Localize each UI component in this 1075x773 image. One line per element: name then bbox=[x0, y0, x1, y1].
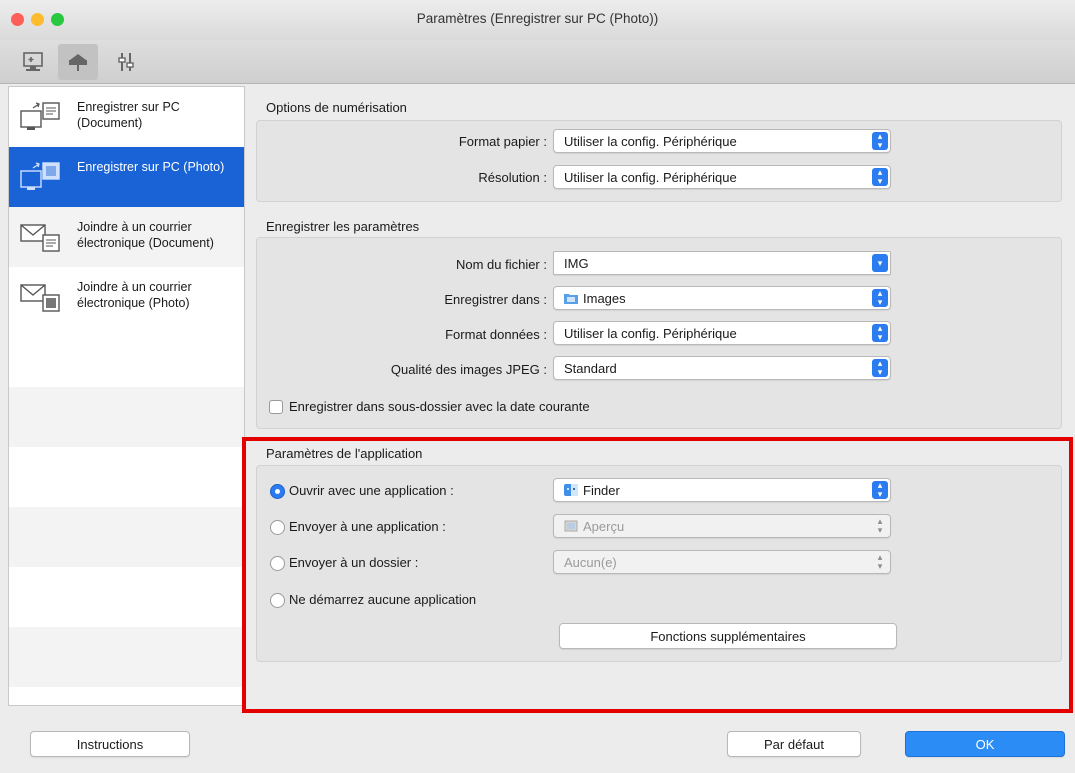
save-pc-photo-icon bbox=[20, 162, 60, 190]
save-settings-title: Enregistrer les paramètres bbox=[266, 219, 420, 234]
resolution-select[interactable]: Utiliser la config. Périphérique ▴ ▾ bbox=[553, 165, 891, 189]
title-bar: Paramètres (Enregistrer sur PC (Photo)) bbox=[0, 0, 1075, 40]
defaults-button[interactable]: Par défaut bbox=[727, 731, 861, 757]
popup-arrows-icon: ▴ ▾ bbox=[872, 359, 888, 377]
instructions-button[interactable]: Instructions bbox=[30, 731, 190, 757]
popup-arrows-icon: ▴ ▾ bbox=[872, 324, 888, 342]
sidebar-empty-row bbox=[9, 507, 244, 567]
paper-size-select[interactable]: Utiliser la config. Périphérique ▴ ▾ bbox=[553, 129, 891, 153]
subfolder-checkbox[interactable] bbox=[269, 400, 283, 414]
jpeg-quality-value: Standard bbox=[564, 360, 617, 376]
scanner-icon bbox=[69, 54, 87, 71]
email-photo-icon bbox=[20, 284, 60, 312]
data-format-label: Format données : bbox=[445, 327, 547, 342]
subfolder-label: Enregistrer dans sous-dossier avec la da… bbox=[289, 399, 590, 414]
sidebar: Enregistrer sur PC (Document) Enregistre… bbox=[8, 86, 245, 706]
save-in-select[interactable]: Images ▴ ▾ bbox=[553, 286, 891, 310]
sidebar-item-save-pc-photo[interactable]: Enregistrer sur PC (Photo) bbox=[9, 147, 244, 207]
resolution-value: Utiliser la config. Périphérique bbox=[564, 169, 737, 185]
sidebar-empty-row bbox=[9, 627, 244, 687]
popup-arrows-icon: ▴ ▾ bbox=[872, 289, 888, 307]
scan-options-title: Options de numérisation bbox=[266, 100, 407, 115]
highlight-frame bbox=[242, 437, 1073, 713]
tab-scanner[interactable] bbox=[58, 44, 98, 80]
chevron-down-icon[interactable]: ▾ bbox=[872, 254, 888, 272]
jpeg-quality-label: Qualité des images JPEG : bbox=[390, 362, 547, 377]
computer-scan-icon bbox=[23, 52, 43, 71]
paper-size-label: Format papier : bbox=[458, 134, 547, 149]
save-pc-document-icon bbox=[20, 102, 60, 130]
tab-computer-scan[interactable] bbox=[14, 44, 54, 80]
data-format-select[interactable]: Utiliser la config. Périphérique ▴ ▾ bbox=[553, 321, 891, 345]
file-name-combobox[interactable]: IMG ▾ bbox=[553, 251, 891, 275]
folder-icon bbox=[564, 294, 578, 304]
toolbar bbox=[0, 40, 1075, 84]
sidebar-item-email-photo[interactable]: Joindre à un courrier électronique (Phot… bbox=[9, 267, 244, 327]
sidebar-empty-row bbox=[9, 387, 244, 447]
data-format-value: Utiliser la config. Périphérique bbox=[564, 325, 737, 341]
sidebar-item-label: Joindre à un courrier électronique (Phot… bbox=[77, 280, 192, 310]
email-document-icon bbox=[20, 224, 60, 252]
tab-general-settings[interactable] bbox=[106, 44, 146, 80]
popup-arrows-icon: ▴ ▾ bbox=[872, 132, 888, 150]
save-settings-group: Nom du fichier : IMG ▾ Enregistrer dans … bbox=[256, 237, 1062, 429]
file-name-value: IMG bbox=[564, 255, 589, 271]
scan-options-group: Format papier : Utiliser la config. Péri… bbox=[256, 120, 1062, 202]
popup-arrows-icon: ▴ ▾ bbox=[872, 168, 888, 186]
save-in-label: Enregistrer dans : bbox=[444, 292, 547, 307]
file-name-label: Nom du fichier : bbox=[455, 257, 547, 272]
sidebar-item-label: Enregistrer sur PC (Document) bbox=[77, 100, 180, 130]
ok-button[interactable]: OK bbox=[905, 731, 1065, 757]
sidebar-item-label: Joindre à un courrier électronique (Docu… bbox=[77, 220, 214, 250]
general-settings-icon bbox=[118, 53, 134, 71]
resolution-label: Résolution : bbox=[478, 170, 547, 185]
jpeg-quality-select[interactable]: Standard ▴ ▾ bbox=[553, 356, 891, 380]
save-in-value: Images bbox=[583, 290, 626, 306]
sidebar-item-save-pc-document[interactable]: Enregistrer sur PC (Document) bbox=[9, 87, 244, 147]
sidebar-item-label: Enregistrer sur PC (Photo) bbox=[77, 160, 225, 174]
paper-size-value: Utiliser la config. Périphérique bbox=[564, 133, 737, 149]
sidebar-item-email-document[interactable]: Joindre à un courrier électronique (Docu… bbox=[9, 207, 244, 267]
window-title: Paramètres (Enregistrer sur PC (Photo)) bbox=[416, 11, 659, 26]
